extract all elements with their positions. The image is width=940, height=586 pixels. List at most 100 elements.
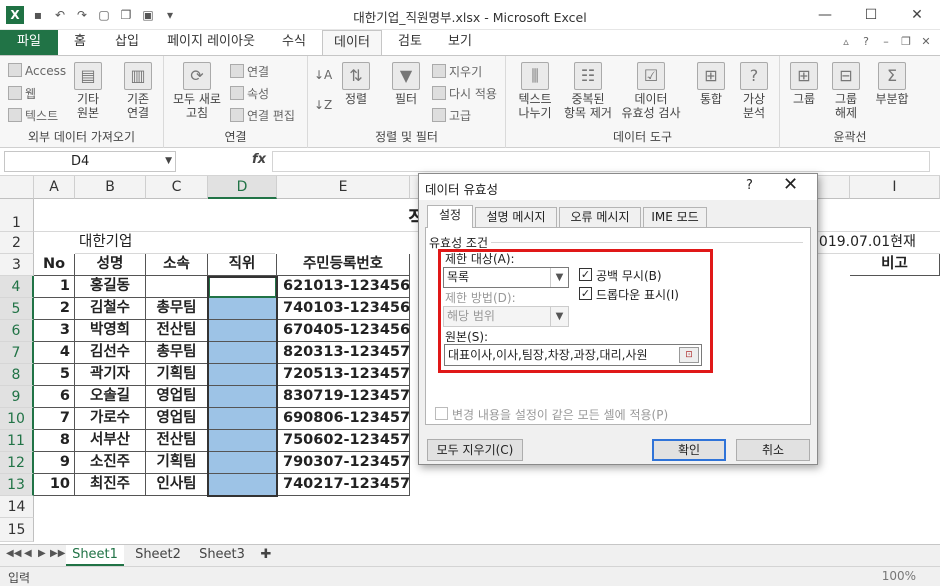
cancel-button[interactable]: 취소 <box>736 439 810 461</box>
row-header[interactable]: 12 <box>0 452 34 474</box>
workbook-close-icon[interactable]: ✕ <box>918 34 934 50</box>
help-icon[interactable]: ? <box>858 34 874 50</box>
header-cell[interactable]: 비고 <box>850 254 940 276</box>
maximize-button[interactable]: ☐ <box>848 0 894 30</box>
tab-view[interactable]: 보기 <box>438 30 482 55</box>
table-cell[interactable]: 621013-1234567 <box>277 276 410 298</box>
date-cell[interactable]: 2019.07.01현재 <box>810 232 940 254</box>
remove-duplicates-button[interactable]: ☷ 중복된 항목 제거 <box>562 62 614 120</box>
table-cell[interactable]: 전산팀 <box>146 430 208 452</box>
select-all-corner[interactable] <box>0 176 34 199</box>
position-cell[interactable] <box>208 298 277 320</box>
position-cell[interactable] <box>208 320 277 342</box>
close-button[interactable]: ✕ <box>894 0 940 30</box>
tab-data[interactable]: 데이터 <box>322 30 382 56</box>
position-cell[interactable] <box>208 386 277 408</box>
insert-sheet-icon[interactable]: ✚ <box>256 545 276 566</box>
table-cell[interactable]: 소진주 <box>75 452 146 474</box>
tab-settings[interactable]: 설정 <box>427 205 473 228</box>
tab-error-alert[interactable]: 오류 메시지 <box>559 207 641 227</box>
table-cell[interactable]: 기획팀 <box>146 452 208 474</box>
header-cell[interactable]: 소속 <box>146 254 208 276</box>
table-cell[interactable]: 790307-1234575 <box>277 452 410 474</box>
row-header[interactable]: 2 <box>0 232 34 254</box>
help-icon[interactable]: ? <box>746 178 753 193</box>
column-header[interactable]: B <box>75 176 146 199</box>
table-cell[interactable]: 홍길동 <box>75 276 146 298</box>
text-button[interactable]: 텍스트 <box>8 107 58 124</box>
column-header[interactable]: C <box>146 176 208 199</box>
table-cell[interactable]: 690806-1234573 <box>277 408 410 430</box>
table-cell[interactable]: 총무팀 <box>146 342 208 364</box>
text-to-columns-button[interactable]: ⫼ 텍스트 나누기 <box>512 62 558 120</box>
table-cell[interactable]: 박영희 <box>75 320 146 342</box>
sheet-tab[interactable]: Sheet2 <box>128 545 188 566</box>
row-header[interactable]: 1 <box>0 199 34 232</box>
table-cell[interactable]: 2 <box>34 298 75 320</box>
what-if-button[interactable]: ? 가상 분석 <box>734 62 774 120</box>
table-cell[interactable]: 820313-1234570 <box>277 342 410 364</box>
filter-button[interactable]: ▼ 필터 <box>388 62 424 106</box>
table-cell[interactable]: 기획팀 <box>146 364 208 386</box>
row-header[interactable]: 15 <box>0 518 34 542</box>
header-cell[interactable]: No <box>34 254 75 276</box>
table-cell[interactable]: 6 <box>34 386 75 408</box>
clear-filter-button[interactable]: 지우기 <box>432 63 482 80</box>
table-cell[interactable]: 830719-1234572 <box>277 386 410 408</box>
ribbon-minimize-icon[interactable]: ▵ <box>838 34 854 50</box>
refresh-all-button[interactable]: ⟳ 모두 새로 고침 <box>168 62 226 120</box>
tab-review[interactable]: 검토 <box>388 30 432 55</box>
last-sheet-icon[interactable]: ▶▶ <box>50 548 65 559</box>
column-header[interactable]: A <box>34 176 75 199</box>
ungroup-button[interactable]: ⊟ 그룹 해제 <box>828 62 864 120</box>
tab-home[interactable]: 홈 <box>62 30 98 55</box>
table-cell[interactable]: 750602-1234574 <box>277 430 410 452</box>
position-cell[interactable] <box>208 430 277 452</box>
clear-all-button[interactable]: 모두 지우기(C) <box>427 439 523 461</box>
insert-function-icon[interactable]: fx <box>252 152 266 167</box>
subtotal-button[interactable]: Σ 부분합 <box>870 62 914 106</box>
row-header[interactable]: 3 <box>0 254 34 276</box>
table-cell[interactable]: 영업팀 <box>146 386 208 408</box>
data-validation-button[interactable]: ☑ 데이터 유효성 검사 <box>616 62 686 120</box>
table-cell[interactable]: 3 <box>34 320 75 342</box>
sheet-tab[interactable]: Sheet3 <box>192 545 252 566</box>
reapply-button[interactable]: 다시 적용 <box>432 85 497 102</box>
row-header[interactable]: 9 <box>0 386 34 408</box>
row-header[interactable]: 11 <box>0 430 34 452</box>
existing-connections-button[interactable]: ▥ 기존 연결 <box>118 62 158 120</box>
table-cell[interactable]: 최진주 <box>75 474 146 496</box>
row-header[interactable]: 14 <box>0 496 34 518</box>
column-header[interactable]: I <box>850 176 940 199</box>
properties-button[interactable]: 속성 <box>230 85 269 102</box>
sort-az-icon[interactable]: ↓A <box>314 68 332 82</box>
minimize-button[interactable]: — <box>802 0 848 30</box>
table-cell[interactable]: 9 <box>34 452 75 474</box>
position-cell[interactable] <box>208 408 277 430</box>
chevron-down-icon[interactable]: ▼ <box>165 152 172 171</box>
row-header[interactable]: 5 <box>0 298 34 320</box>
formula-input[interactable] <box>272 151 930 172</box>
table-cell[interactable]: 서부산 <box>75 430 146 452</box>
other-sources-button[interactable]: ▤ 기타 원본 <box>70 62 106 120</box>
first-sheet-icon[interactable]: ◀◀ <box>6 548 21 559</box>
table-cell[interactable]: 720513-1234571 <box>277 364 410 386</box>
web-button[interactable]: 웹 <box>8 85 36 102</box>
tab-file[interactable]: 파일 <box>0 30 58 55</box>
table-cell[interactable]: 7 <box>34 408 75 430</box>
consolidate-button[interactable]: ⊞ 통합 <box>692 62 730 106</box>
workbook-minimize-icon[interactable]: – <box>878 34 894 50</box>
ok-button[interactable]: 확인 <box>652 439 726 461</box>
row-header[interactable]: 7 <box>0 342 34 364</box>
position-cell[interactable] <box>208 276 277 298</box>
table-cell[interactable]: 5 <box>34 364 75 386</box>
tab-input-message[interactable]: 설명 메시지 <box>475 207 557 227</box>
close-icon[interactable]: ✕ <box>783 174 798 195</box>
row-header[interactable]: 13 <box>0 474 34 496</box>
company-cell[interactable]: 대한기업 <box>75 232 275 254</box>
table-cell[interactable]: 670405-1234569 <box>277 320 410 342</box>
zoom-level[interactable]: 100% <box>882 569 916 583</box>
row-header[interactable]: 4 <box>0 276 34 298</box>
column-header[interactable]: E <box>277 176 410 199</box>
table-cell[interactable]: 740103-1234568 <box>277 298 410 320</box>
